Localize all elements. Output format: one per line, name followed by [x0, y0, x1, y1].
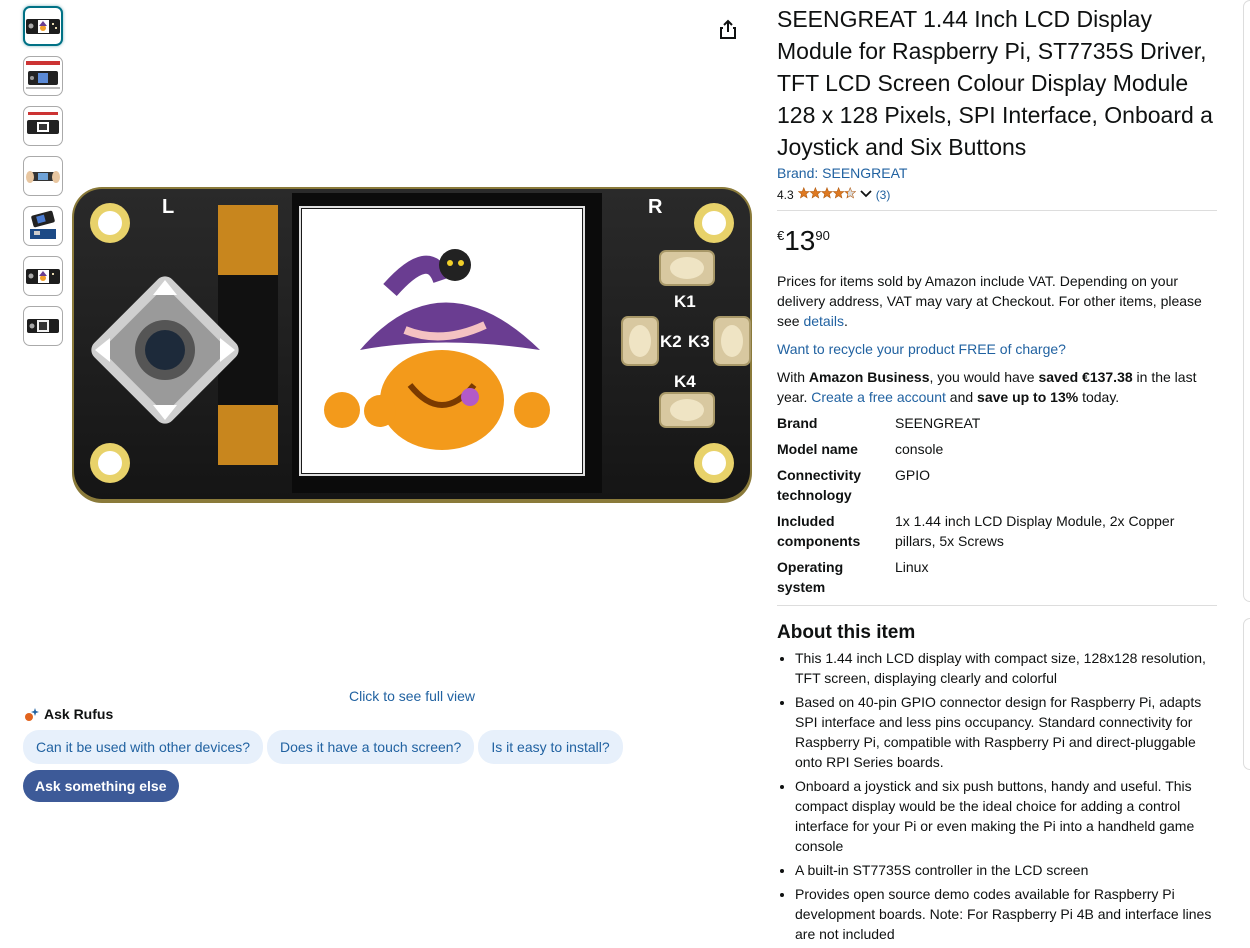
- ask-something-else-button[interactable]: Ask something else: [23, 770, 179, 802]
- thumbnail-5[interactable]: [23, 206, 63, 246]
- rating-row: 4.3 (3): [777, 186, 1217, 202]
- about-bullet: This 1.44 inch LCD display with compact …: [795, 648, 1217, 688]
- spec-key: Operating system: [777, 559, 844, 595]
- business-text-2: , you would have: [929, 369, 1039, 385]
- business-text-1: With: [777, 369, 809, 385]
- rufus-chip-install[interactable]: Is it easy to install?: [478, 730, 623, 764]
- rufus-chips: Can it be used with other devices? Does …: [23, 730, 623, 764]
- rufus-chip-touch-screen[interactable]: Does it have a touch screen?: [267, 730, 475, 764]
- divider: [777, 210, 1217, 211]
- divider: [777, 605, 1217, 606]
- business-name: Amazon Business: [808, 369, 930, 385]
- button-label-k3: K3: [688, 332, 710, 351]
- spec-value: SEENGREAT: [895, 415, 981, 431]
- business-savings: With Amazon Business, you would have sav…: [777, 367, 1217, 407]
- spec-row: Operating system Linux: [777, 557, 1217, 603]
- about-bullet: Onboard a joystick and six push buttons,…: [795, 776, 1217, 856]
- spec-value: console: [895, 441, 944, 457]
- spec-row: Model name console: [777, 439, 1217, 465]
- vat-details-link[interactable]: details: [803, 313, 843, 329]
- rating-count-link[interactable]: (3): [876, 188, 891, 202]
- spec-row: Connectivity technology GPIO: [777, 465, 1217, 511]
- thumbnail-3[interactable]: [23, 106, 63, 146]
- create-account-link[interactable]: Create a free account: [811, 389, 946, 405]
- rufus-panel: Ask Rufus Can it be used with other devi…: [23, 706, 623, 802]
- thumbnail-1[interactable]: [23, 6, 63, 46]
- about-list: This 1.44 inch LCD display with compact …: [777, 648, 1217, 944]
- rufus-icon: [25, 708, 39, 721]
- thumbnail-6[interactable]: [23, 256, 63, 296]
- price-currency: €: [777, 228, 785, 243]
- rating-value: 4.3: [777, 187, 794, 202]
- thumbnail-strip: [23, 6, 63, 356]
- vat-notice: Prices for items sold by Amazon include …: [777, 271, 1217, 331]
- price: € 13 90: [777, 225, 1217, 257]
- spec-key: Model name: [777, 441, 858, 457]
- spec-row: Brand SEENGREAT: [777, 413, 1217, 439]
- star-rating-icon[interactable]: [797, 186, 856, 202]
- business-text-4: and: [945, 389, 978, 405]
- board-label-right: R: [648, 196, 663, 218]
- recycle-link[interactable]: Want to recycle your product FREE of cha…: [777, 339, 1217, 359]
- about-bullet: Provides open source demo codes availabl…: [795, 884, 1217, 944]
- spec-value: GPIO: [895, 467, 931, 483]
- business-save-percent: save up to 13%: [977, 389, 1079, 405]
- spec-key: Included components: [777, 513, 861, 549]
- product-title: SEENGREAT 1.44 Inch LCD Display Module f…: [777, 6, 1213, 160]
- business-saved-amount: saved €137.38: [1038, 369, 1133, 385]
- main-product-image[interactable]: L R K1 K2 K3 K4: [70, 185, 754, 505]
- button-label-k4: K4: [674, 372, 696, 391]
- share-icon[interactable]: [716, 18, 740, 42]
- price-fraction: 90: [815, 228, 830, 243]
- product-details: SEENGREAT 1.44 Inch LCD Display Module f…: [777, 0, 1217, 948]
- buy-box-edge: [1243, 0, 1250, 602]
- rufus-title: Ask Rufus: [44, 706, 114, 722]
- vat-notice-end: .: [843, 313, 848, 329]
- thumbnail-7[interactable]: [23, 306, 63, 346]
- specs-table: Brand SEENGREAT Model name console Connect…: [777, 413, 1217, 603]
- chevron-down-icon[interactable]: [860, 188, 872, 202]
- spec-key: Connectivity technology: [777, 467, 862, 503]
- about-bullet: A built-in ST7735S controller in the LCD…: [795, 860, 1217, 880]
- thumbnail-4[interactable]: [23, 156, 63, 196]
- price-whole: 13: [784, 225, 816, 256]
- about-heading: About this item: [777, 622, 916, 643]
- button-label-k2: K2: [660, 332, 682, 351]
- full-view-link[interactable]: Click to see full view: [0, 688, 824, 704]
- spec-value: 1x 1.44 inch LCD Display Module, 2x Copp…: [895, 513, 1175, 549]
- rufus-chip-other-devices[interactable]: Can it be used with other devices?: [23, 730, 264, 764]
- board-label-left: L: [162, 196, 174, 218]
- spec-key: Brand: [777, 415, 818, 431]
- thumbnail-2[interactable]: [23, 56, 63, 96]
- button-label-k1: K1: [674, 292, 696, 311]
- spec-value: Linux: [895, 559, 929, 575]
- brand-link[interactable]: Brand: SEENGREAT: [777, 165, 1217, 181]
- business-text-5: today.: [1078, 389, 1120, 405]
- spec-row: Included components 1x 1.44 inch LCD Disp…: [777, 511, 1217, 557]
- rufus-header: Ask Rufus: [23, 706, 623, 722]
- about-bullet: Based on 40-pin GPIO connector design fo…: [795, 692, 1217, 772]
- side-panel-edge: [1243, 618, 1250, 770]
